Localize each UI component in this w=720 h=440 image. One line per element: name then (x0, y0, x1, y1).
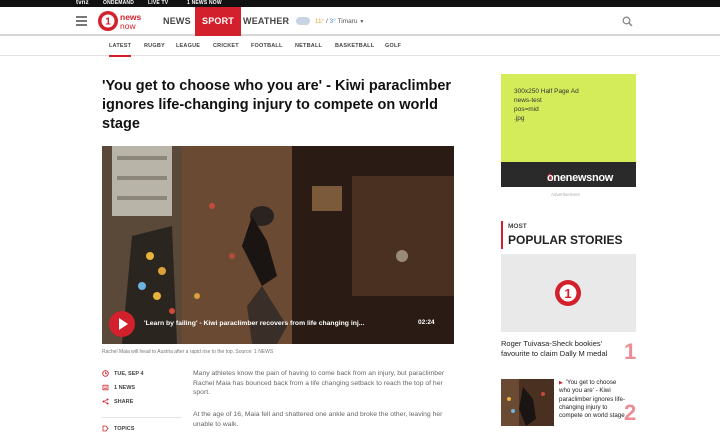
topbar-link-livetv[interactable]: LIVE TV (148, 0, 168, 7)
popular-title: POPULAR STORIES (508, 233, 623, 247)
clock-icon (102, 370, 109, 377)
nav-weather[interactable]: WEATHER (243, 7, 289, 36)
story-image (501, 379, 554, 426)
accent-bar (501, 221, 503, 249)
top-strip: tvnz ONDEMAND LIVE TV 1 NEWS NOW (0, 0, 720, 7)
search-icon[interactable] (622, 16, 633, 27)
meta-source: 1 NEWS (102, 384, 135, 392)
temp-low: 3° (329, 18, 336, 25)
story-rank: 1 (624, 339, 637, 364)
story-thumbnail[interactable]: 1 (501, 254, 636, 332)
article-paragraph: Many athletes know the pain of having to… (193, 370, 445, 396)
advertisement[interactable]: 300x250 Half Page Ad news-test pos=mid .… (501, 74, 636, 187)
menu-icon[interactable] (76, 16, 87, 26)
topics-link[interactable]: TOPICS (102, 425, 134, 433)
subnav-netball[interactable]: NETBALL (295, 38, 322, 55)
ad-logo-text: onenewsnow (547, 172, 614, 184)
photo-caption: Rachel Maia will head to Austria after a… (102, 349, 274, 355)
video-duration: 02:24 (418, 319, 435, 326)
ad-line: pos=mid (514, 106, 539, 113)
meta-date-text: TUE, SEP 4 (114, 371, 144, 377)
subnav-league[interactable]: LEAGUE (176, 38, 200, 55)
svg-text:1: 1 (105, 17, 111, 28)
subnav-basketball[interactable]: BASKETBALL (335, 38, 374, 55)
ad-line: .jpg (514, 115, 525, 122)
topbar-link-1newsnow[interactable]: 1 NEWS NOW (187, 0, 222, 7)
video-title: 'Learn by failing' - Kiwi paraclimber re… (144, 320, 365, 327)
news-now-logo[interactable]: 1 news now (97, 10, 143, 32)
story-rank: 2 (624, 400, 637, 425)
popular-kicker: MOST (508, 223, 527, 230)
subnav-golf[interactable]: GOLF (385, 38, 401, 55)
nav-sport[interactable]: SPORT (195, 7, 242, 36)
topics-label: TOPICS (114, 426, 135, 432)
svg-text:now: now (120, 21, 136, 31)
temp-separator: / (325, 18, 328, 25)
ad-label: Advertisement (551, 192, 580, 197)
share-icon (102, 398, 109, 405)
subnav-latest[interactable]: LATEST (109, 38, 132, 57)
article-headline: 'You get to choose who you are' - Kiwi p… (102, 78, 452, 132)
nav-news[interactable]: NEWS (163, 7, 191, 36)
cloud-icon (296, 17, 310, 26)
story-title-text: 'You get to choose who you are' - Kiwi p… (559, 379, 626, 420)
ad-line: news-test (514, 97, 542, 104)
subnav-football[interactable]: FOOTBALL (251, 38, 283, 55)
subnav-rugby[interactable]: RUGBY (144, 38, 165, 55)
video-thumbnail (102, 146, 454, 344)
news-source-icon (102, 384, 109, 391)
video-player[interactable]: 'Learn by failing' - Kiwi paraclimber re… (102, 146, 454, 344)
meta-divider (102, 417, 182, 418)
article-paragraph: At the age of 16, Maia fell and shattere… (193, 411, 443, 428)
weather-location: Timaru (337, 18, 358, 25)
ad-line: 300x250 Half Page Ad (514, 88, 579, 95)
main-nav: 1 news now NEWS SPORT WEATHER 11° / 3° T… (0, 7, 720, 36)
one-news-logo-icon: 1 (555, 280, 581, 306)
tag-icon (102, 425, 109, 432)
chevron-down-icon: ▼ (359, 19, 365, 25)
weather-widget[interactable]: 11° / 3° Timaru ▼ (296, 16, 364, 28)
play-icon: ▶ (559, 380, 563, 386)
topbar-link-ondemand[interactable]: ONDEMAND (103, 0, 134, 7)
ad-logo: 1 onenewsnow (501, 162, 636, 187)
ad-text: 300x250 Half Page Ad news-test pos=mid .… (514, 87, 579, 123)
sport-subnav: LATEST RUGBY LEAGUE CRICKET FOOTBALL NET… (0, 38, 720, 57)
meta-date: TUE, SEP 4 (102, 370, 144, 378)
story-thumbnail[interactable] (501, 379, 554, 426)
temp-high: 11° (314, 18, 325, 25)
subnav-cricket[interactable]: CRICKET (213, 38, 239, 55)
story-title[interactable]: ▶ 'You get to choose who you are' - Kiwi … (559, 379, 629, 420)
share-button[interactable]: SHARE (102, 398, 133, 406)
svg-text:1: 1 (564, 286, 571, 301)
play-button[interactable] (109, 311, 135, 337)
tvnz-brand[interactable]: tvnz (76, 0, 89, 7)
story-title[interactable]: Roger Tuivasa-Sheck bookies' favourite t… (501, 339, 619, 359)
share-label: SHARE (114, 399, 134, 405)
meta-source-text: 1 NEWS (114, 385, 136, 391)
